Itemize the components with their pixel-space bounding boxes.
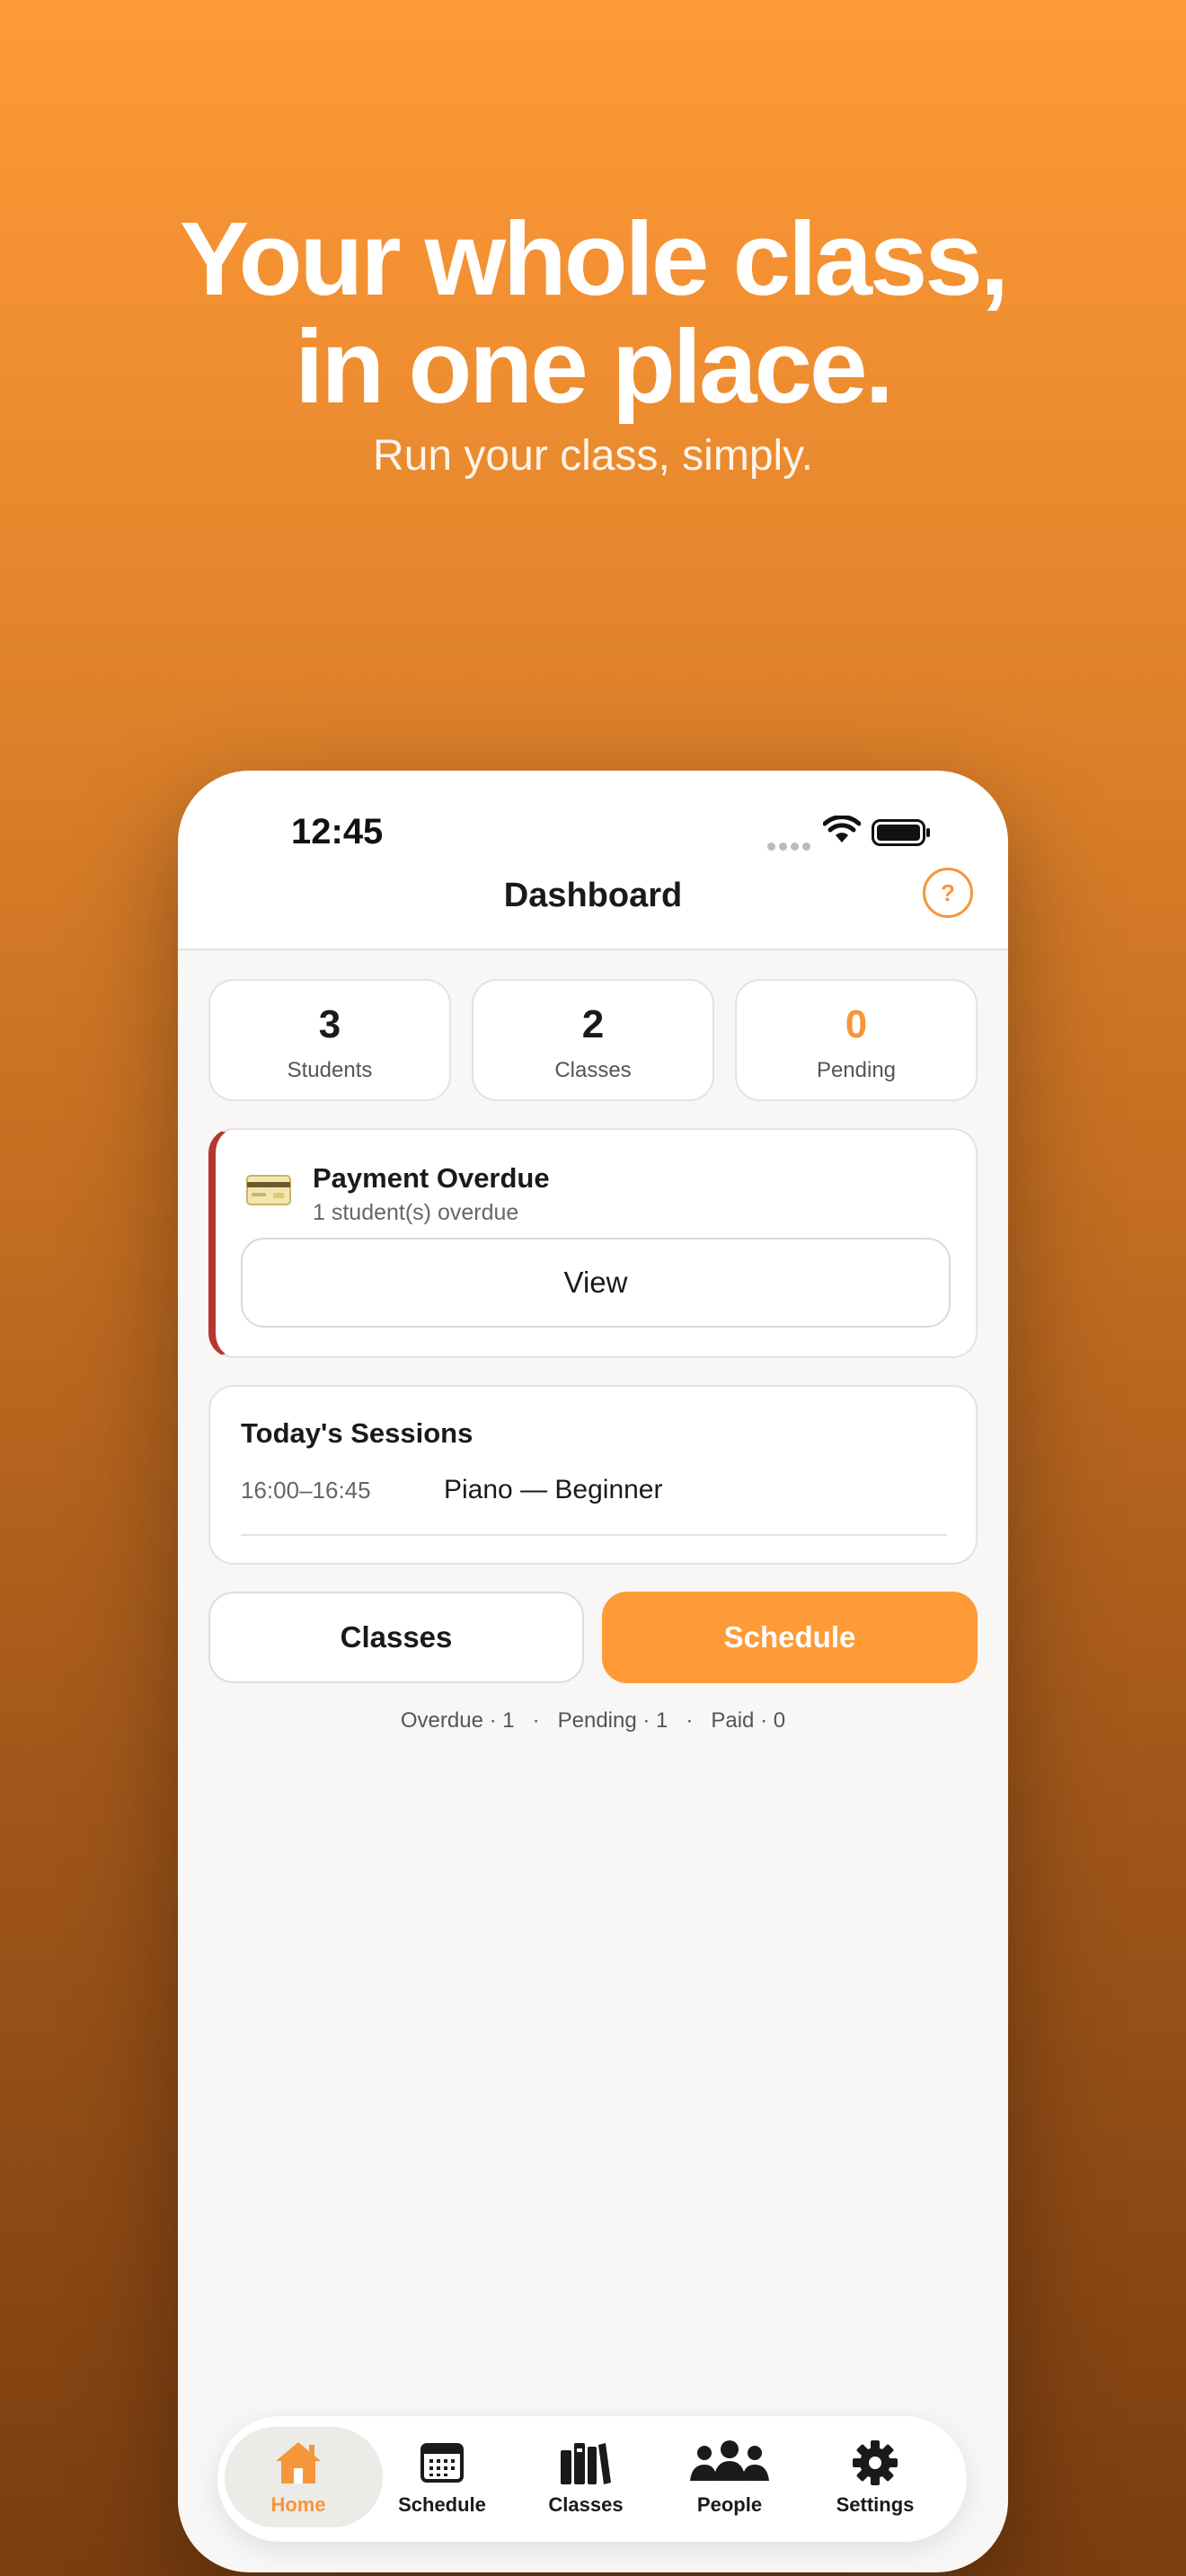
stat-value: 3 bbox=[318, 1002, 341, 1046]
top-bar: 12:45 Dashboard ? bbox=[178, 771, 1008, 950]
tab-bar: Home Schedule Classes People Settings bbox=[217, 2416, 967, 2542]
help-button[interactable]: ? bbox=[923, 868, 973, 918]
stat-value: 0 bbox=[845, 1002, 868, 1046]
wifi-icon bbox=[823, 816, 861, 842]
hero-title-line-2: in one place. bbox=[295, 308, 894, 425]
stat-value: 2 bbox=[581, 1002, 605, 1046]
payment-summary: Overdue · 1 · Pending · 1 · Paid · 0 bbox=[400, 1708, 786, 1733]
todays-sessions-card: Today's Sessions 16:00–16:45 Piano — Beg… bbox=[208, 1385, 978, 1565]
tab-label: Schedule bbox=[398, 2493, 486, 2516]
stat-card-students[interactable]: 3 Students bbox=[208, 979, 451, 1101]
battery-icon bbox=[872, 819, 930, 846]
stat-label: Classes bbox=[554, 1058, 632, 1082]
alert-title: Payment Overdue bbox=[313, 1162, 550, 1194]
home-icon bbox=[276, 2442, 321, 2483]
session-time: 16:00–16:45 bbox=[241, 1477, 371, 1504]
page-title: Dashboard bbox=[503, 877, 683, 914]
stat-card-pending[interactable]: 0 Pending bbox=[735, 979, 978, 1101]
payment-overdue-card: Payment Overdue 1 student(s) overdue Vie… bbox=[208, 1128, 978, 1358]
stat-label: Pending bbox=[816, 1058, 897, 1082]
status-time: 12:45 bbox=[291, 812, 384, 851]
tab-label: Settings bbox=[836, 2493, 915, 2516]
cellular-signal-icon bbox=[767, 839, 814, 855]
tab-settings[interactable]: Settings bbox=[803, 2416, 947, 2542]
people-icon bbox=[690, 2440, 769, 2481]
hero-subtitle: Run your class, simply. bbox=[373, 432, 813, 480]
stat-card-classes[interactable]: 2 Classes bbox=[472, 979, 714, 1101]
classes-button[interactable]: Classes bbox=[208, 1592, 584, 1683]
stat-label: Students bbox=[287, 1058, 373, 1082]
books-icon bbox=[561, 2443, 611, 2484]
hero-title-line-1: Your whole class, bbox=[179, 200, 1009, 317]
view-button[interactable]: View bbox=[241, 1238, 951, 1328]
session-name: Piano — Beginner bbox=[444, 1475, 663, 1504]
divider bbox=[241, 1534, 947, 1536]
phone-screen: 12:45 Dashboard ? 3 Students 2 Classes 0… bbox=[178, 771, 1008, 2572]
tab-label: People bbox=[696, 2493, 763, 2516]
tab-classes[interactable]: Classes bbox=[514, 2416, 658, 2542]
tab-people[interactable]: People bbox=[658, 2416, 801, 2542]
tab-home[interactable]: Home bbox=[225, 2416, 383, 2542]
gear-icon bbox=[853, 2440, 898, 2485]
sessions-title: Today's Sessions bbox=[241, 1417, 474, 1449]
tab-label: Classes bbox=[548, 2493, 624, 2516]
hero-title: Your whole class, in one place. bbox=[0, 205, 1186, 420]
credit-card-icon bbox=[246, 1175, 291, 1205]
schedule-button[interactable]: Schedule bbox=[602, 1592, 978, 1683]
tab-schedule[interactable]: Schedule bbox=[370, 2416, 514, 2542]
alert-subtitle: 1 student(s) overdue bbox=[313, 1200, 519, 1225]
calendar-icon bbox=[420, 2443, 464, 2483]
tab-label: Home bbox=[270, 2493, 326, 2516]
